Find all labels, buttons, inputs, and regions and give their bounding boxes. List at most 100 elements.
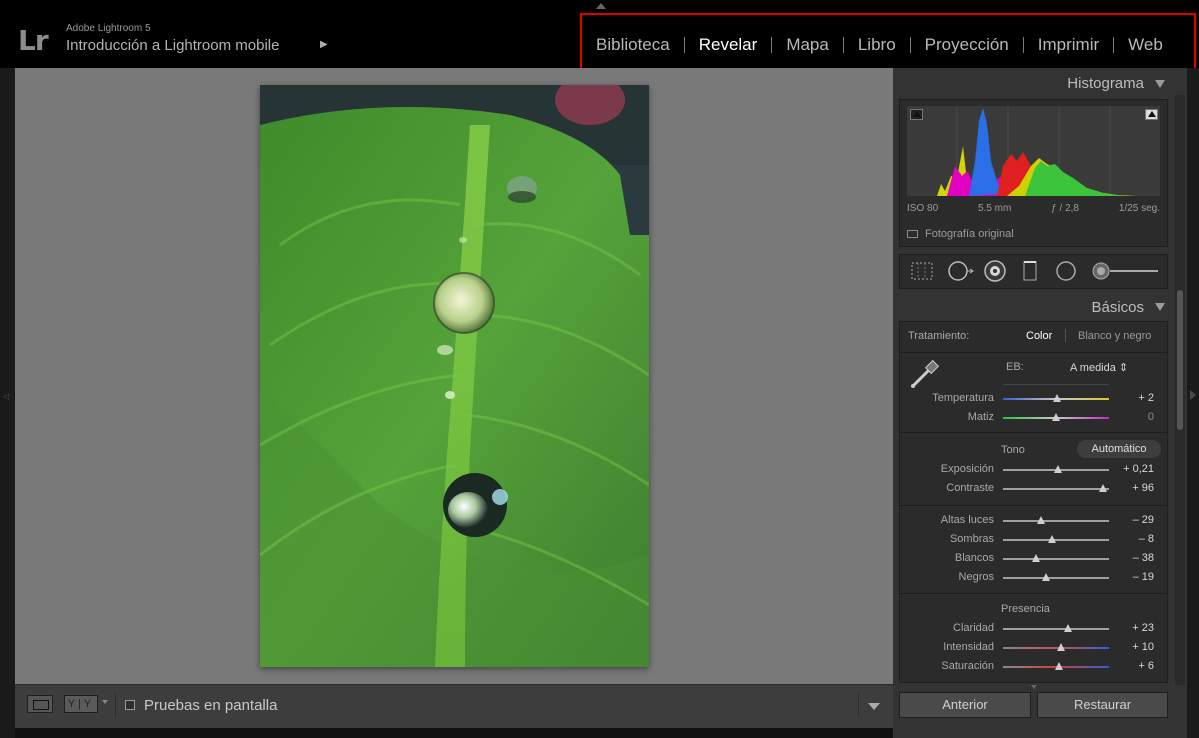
sombras-slider-thumb[interactable] <box>1047 535 1056 543</box>
panel-scrollbar-thumb[interactable] <box>1177 290 1183 430</box>
blancos-value[interactable]: – 38 <box>1110 552 1154 564</box>
negros-value[interactable]: – 19 <box>1110 571 1154 583</box>
exif-info: ISO 80 5.5 mm ƒ / 2,8 1/25 seg. <box>907 203 1160 214</box>
basic-panel-title[interactable]: Básicos <box>1000 299 1144 316</box>
temperatura-label: Temperatura <box>932 392 994 404</box>
module-mapa[interactable]: Mapa <box>772 35 843 55</box>
matiz-slider-thumb[interactable] <box>1052 413 1060 421</box>
spot-removal-icon[interactable] <box>945 260 975 282</box>
auto-tone-button[interactable]: Automático <box>1077 440 1161 458</box>
leaf-photo <box>260 85 649 667</box>
intensidad-label: Intensidad <box>943 641 994 653</box>
matiz-label: Matiz <box>967 411 994 423</box>
contraste-slider-thumb[interactable] <box>1098 484 1107 492</box>
blancos-slider-thumb[interactable] <box>1031 554 1040 562</box>
toolbar-options-icon[interactable] <box>868 703 880 710</box>
crop-overlay-icon[interactable] <box>909 260 935 282</box>
module-libro[interactable]: Libro <box>844 35 910 55</box>
shadow-clipping-icon[interactable] <box>910 109 923 120</box>
reset-button[interactable]: Restaurar <box>1037 692 1168 718</box>
soft-proof-label[interactable]: Pruebas en pantalla <box>144 697 277 714</box>
catalog-name[interactable]: Introducción a Lightroom mobile <box>66 37 279 54</box>
before-after-menu-icon[interactable] <box>102 700 108 704</box>
catalog-menu-icon[interactable]: ▶ <box>320 39 328 50</box>
altas-luces-label: Altas luces <box>940 514 994 526</box>
sombras-value[interactable]: – 8 <box>1110 533 1154 545</box>
exposicion-label: Exposición <box>940 463 994 475</box>
claridad-label: Claridad <box>953 622 994 634</box>
blancos-slider[interactable] <box>1003 558 1109 560</box>
exposicion-value[interactable]: + 0,21 <box>1110 463 1154 475</box>
adjustment-brush-icon[interactable] <box>1090 260 1160 282</box>
filmstrip-edge <box>15 728 893 738</box>
claridad-slider-thumb[interactable] <box>1063 624 1072 632</box>
soft-proof-checkbox[interactable] <box>125 700 135 710</box>
white-balance-eyedropper-icon[interactable] <box>908 357 942 391</box>
graduated-filter-icon[interactable] <box>1020 260 1040 282</box>
negros-slider[interactable] <box>1003 577 1109 579</box>
blancos-label: Blancos <box>954 552 994 564</box>
temperatura-slider-thumb[interactable] <box>1053 394 1062 402</box>
module-imprimir[interactable]: Imprimir <box>1024 35 1113 55</box>
loupe-view-button[interactable] <box>27 695 53 713</box>
sombras-slider[interactable] <box>1003 539 1109 541</box>
altas-luces-slider[interactable] <box>1003 520 1109 522</box>
section-divider <box>900 432 1167 433</box>
histogram-graph[interactable] <box>907 106 1160 196</box>
lightroom-logo: Lr <box>18 24 49 57</box>
intensidad-slider-thumb[interactable] <box>1057 643 1066 651</box>
altas-luces-value[interactable]: – 29 <box>1110 514 1154 526</box>
saturacion-label: Saturación <box>941 660 994 672</box>
highlight-clipping-icon[interactable] <box>1145 109 1158 120</box>
collapse-right-panel-icon[interactable] <box>1190 390 1196 400</box>
previous-settings-button[interactable]: Anterior <box>899 692 1031 718</box>
original-photo-label[interactable]: Fotografía original <box>925 228 1014 240</box>
treatment-divider <box>1065 329 1066 342</box>
wb-label: EB: <box>1006 361 1024 373</box>
treatment-color-option[interactable]: Color <box>1026 330 1052 342</box>
red-eye-icon[interactable] <box>983 260 1007 282</box>
saturacion-slider-thumb[interactable] <box>1055 662 1064 670</box>
toolbar-divider <box>858 693 859 717</box>
sombras-label: Sombras <box>949 533 994 545</box>
exif-aperture: ƒ / 2,8 <box>1051 203 1079 214</box>
section-divider <box>900 352 1167 353</box>
histogram-title[interactable]: Histograma <box>1000 75 1144 92</box>
treatment-bw-option[interactable]: Blanco y negro <box>1078 330 1151 342</box>
module-biblioteca[interactable]: Biblioteca <box>582 35 684 55</box>
contraste-slider[interactable] <box>1003 488 1109 490</box>
photo-preview[interactable] <box>260 85 649 667</box>
matiz-value[interactable]: 0 <box>1110 411 1154 423</box>
exif-shutter: 1/25 seg. <box>1118 203 1160 214</box>
collapse-top-panel-icon[interactable] <box>596 3 606 9</box>
section-divider <box>900 593 1167 594</box>
before-after-button[interactable]: Y|Y <box>64 695 98 713</box>
temperatura-value[interactable]: + 2 <box>1110 392 1154 404</box>
module-proyeccion[interactable]: Proyección <box>911 35 1023 55</box>
wb-preset-dropdown[interactable]: A medida ⇕ <box>1070 361 1128 374</box>
altas-luces-slider-thumb[interactable] <box>1037 516 1046 524</box>
panel-end-icon <box>1031 685 1037 689</box>
module-revelar[interactable]: Revelar <box>685 35 772 55</box>
treatment-label: Tratamiento: <box>908 330 970 342</box>
claridad-slider[interactable] <box>1003 628 1109 630</box>
tone-section-label: Tono <box>1001 444 1025 456</box>
module-web[interactable]: Web <box>1114 35 1177 55</box>
contraste-value[interactable]: + 96 <box>1110 482 1154 494</box>
exposicion-slider-thumb[interactable] <box>1054 465 1063 473</box>
claridad-value[interactable]: + 23 <box>1110 622 1154 634</box>
expand-left-panel-icon[interactable]: ◁ <box>3 392 9 401</box>
radial-filter-icon[interactable] <box>1054 260 1078 282</box>
saturacion-value[interactable]: + 6 <box>1110 660 1154 672</box>
app-name: Adobe Lightroom 5 <box>66 23 151 34</box>
intensidad-value[interactable]: + 10 <box>1110 641 1154 653</box>
intensidad-slider[interactable] <box>1003 647 1109 649</box>
basic-collapse-icon[interactable] <box>1155 303 1165 311</box>
exif-iso: ISO 80 <box>907 203 939 214</box>
negros-slider-thumb[interactable] <box>1042 573 1051 581</box>
right-edge <box>1187 68 1199 738</box>
original-photo-checkbox[interactable] <box>907 230 918 238</box>
negros-label: Negros <box>958 571 994 583</box>
left-panel-collapsed <box>0 68 15 738</box>
histogram-collapse-icon[interactable] <box>1155 80 1165 88</box>
